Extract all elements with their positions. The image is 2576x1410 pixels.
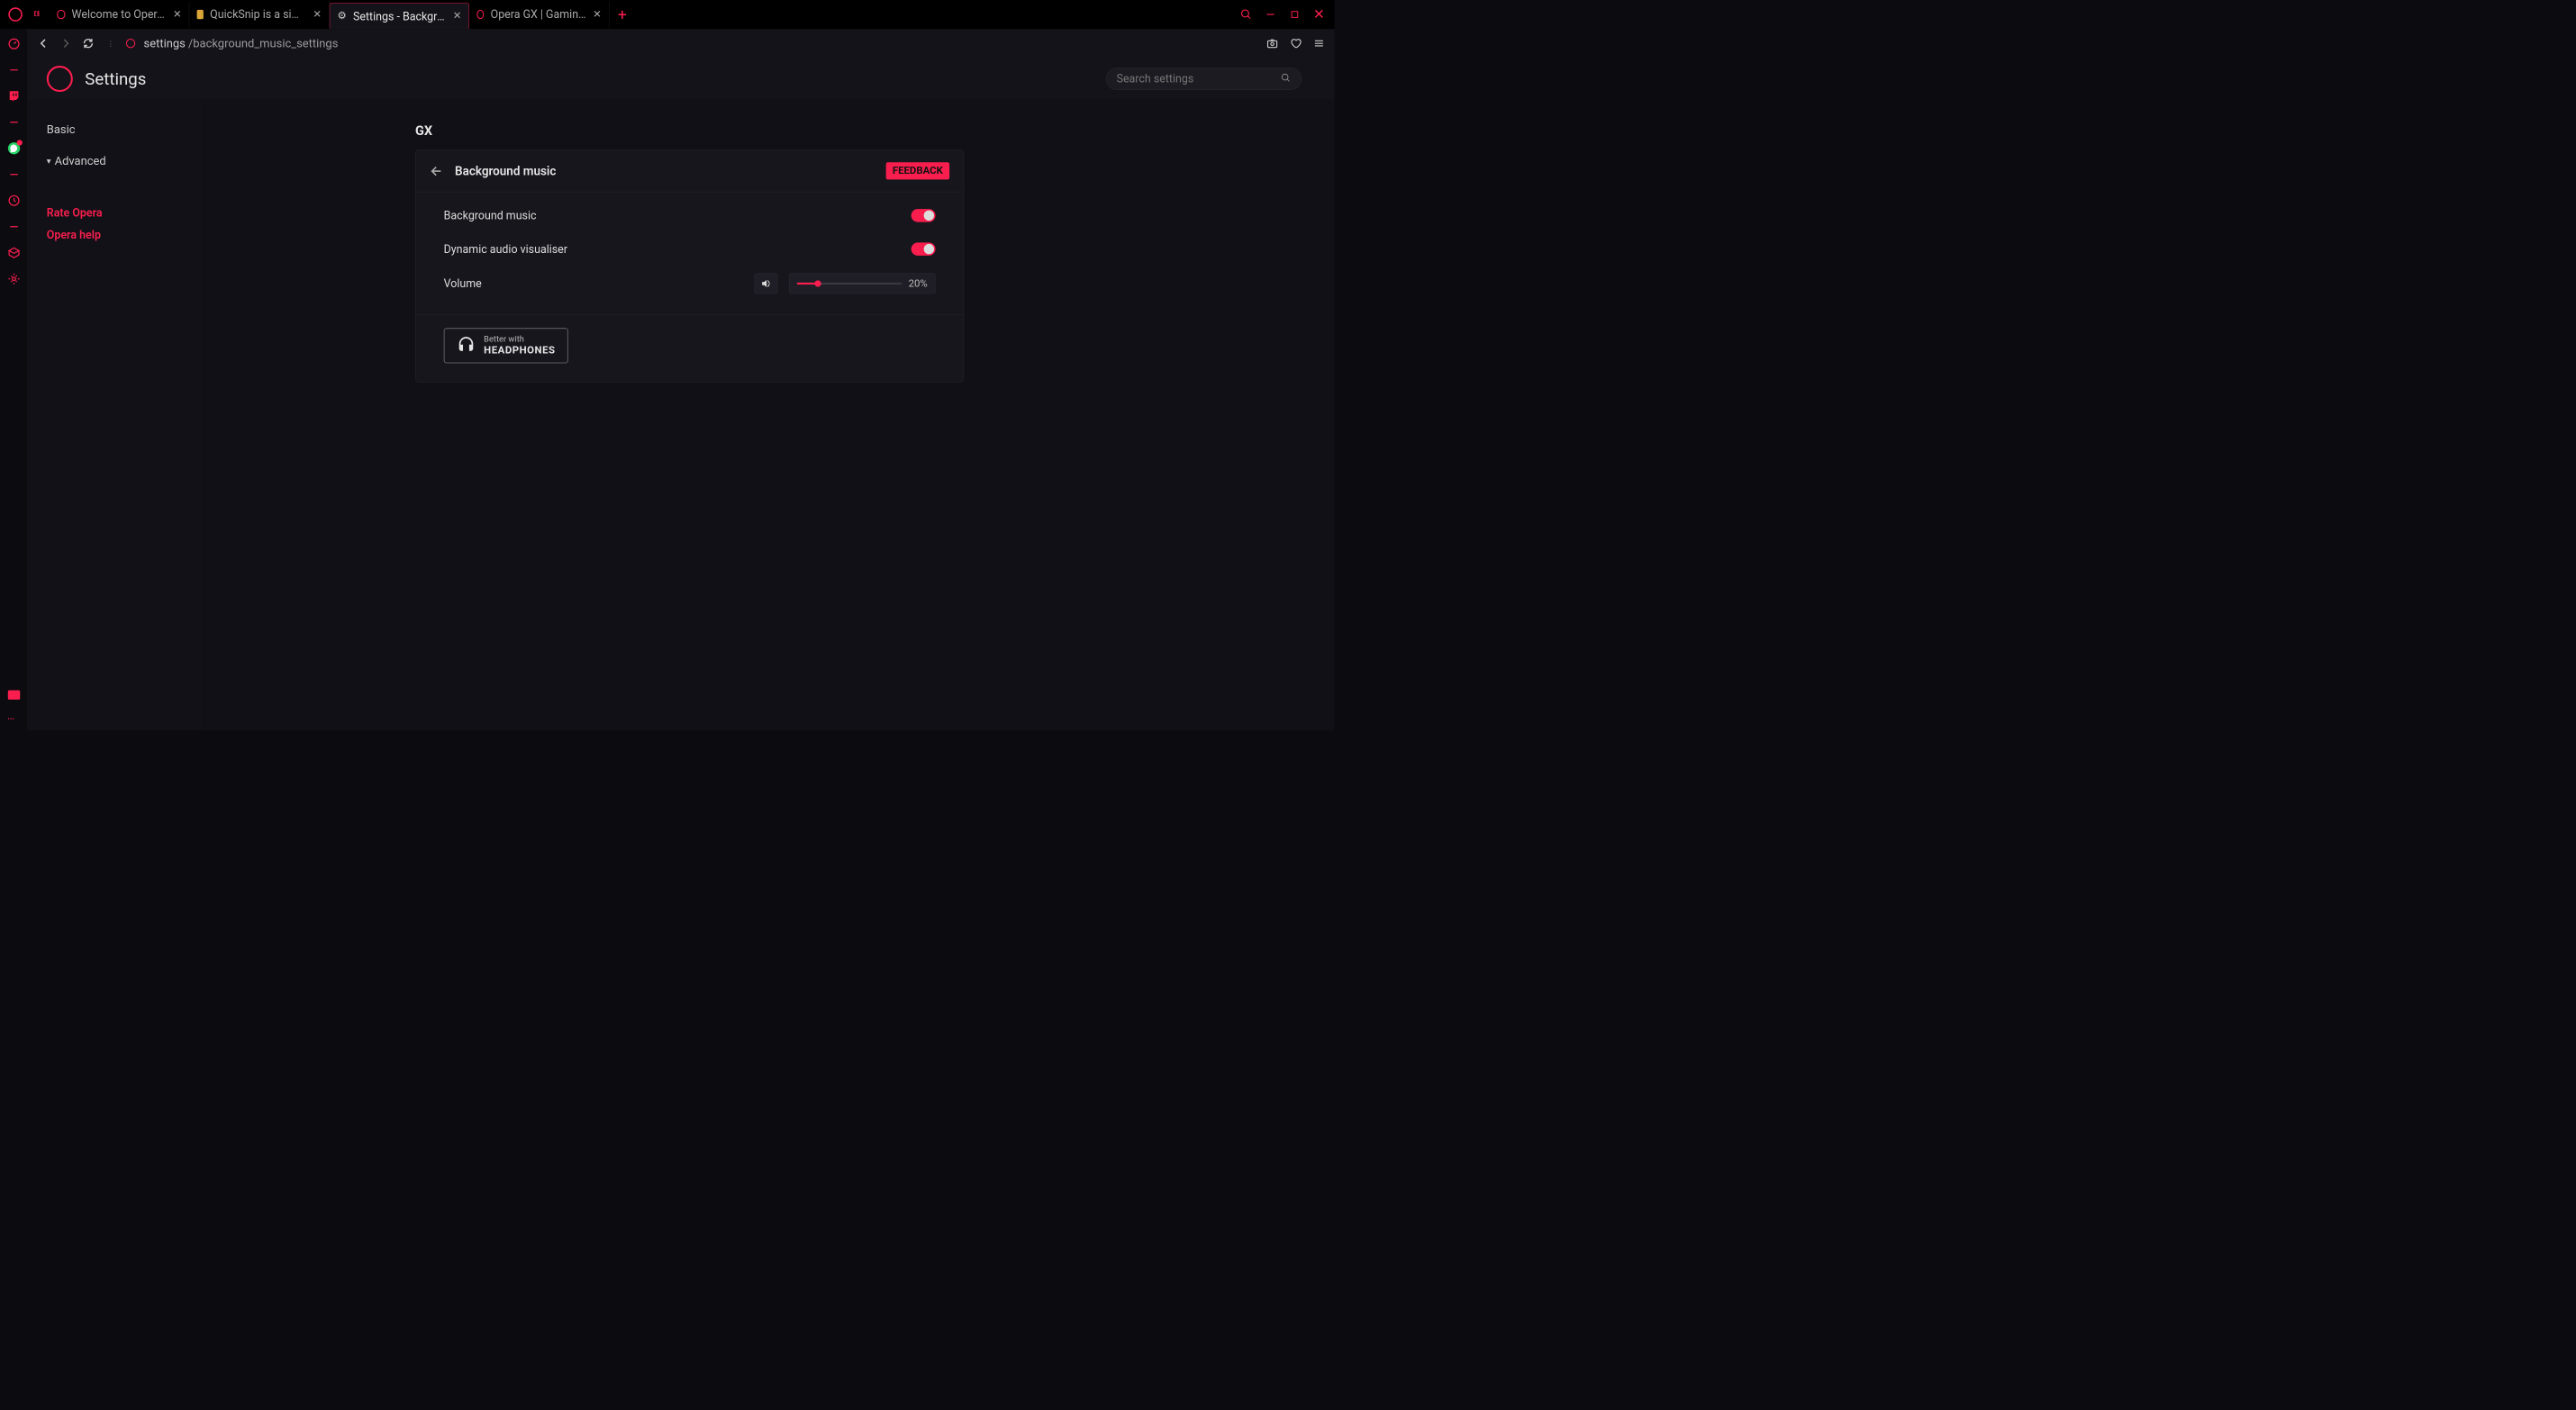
reload-button[interactable] (81, 36, 95, 50)
opera-favicon-icon (476, 10, 484, 19)
window-titlebar: Welcome to Opera GX! ✕ QuickSnip is a si… (0, 0, 1334, 29)
mute-button[interactable] (755, 274, 778, 294)
row-dynamic-visualiser: Dynamic audio visualiser (430, 232, 949, 266)
settings-search[interactable] (1106, 68, 1302, 90)
back-arrow-icon[interactable] (430, 164, 444, 178)
headphones-big-text: HEADPHONES (484, 345, 555, 357)
url-host: settings (144, 37, 186, 50)
site-identity-icon[interactable] (126, 39, 135, 48)
volume-value: 20% (909, 277, 928, 289)
dash-icon[interactable] (7, 115, 21, 129)
url-display[interactable]: settings/background_music_settings (144, 37, 339, 50)
row-background-music: Background music (430, 199, 949, 232)
forward-button[interactable] (59, 36, 73, 50)
quicksnip-favicon-icon (197, 10, 204, 19)
tab-strip: Welcome to Opera GX! ✕ QuickSnip is a si… (50, 0, 635, 29)
tab-title: Opera GX | Gaming Browse (491, 8, 586, 22)
settings-sidebar: Basic ▾ Advanced Rate Opera Opera help (28, 100, 201, 730)
sidebar-item-advanced[interactable]: ▾ Advanced (28, 149, 200, 173)
tab-quicksnip[interactable]: QuickSnip is a simple scree ✕ (189, 2, 329, 28)
dash-icon[interactable] (7, 220, 21, 233)
heart-icon[interactable] (1289, 36, 1303, 50)
snapshot-icon[interactable] (1265, 36, 1280, 50)
tab-opera-gx-site[interactable]: Opera GX | Gaming Browse ✕ (469, 2, 609, 28)
more-icon[interactable]: … (7, 709, 21, 722)
page-title: Settings (85, 69, 146, 89)
close-icon[interactable]: ✕ (453, 10, 462, 22)
headphones-icon (457, 335, 476, 356)
easy-setup-icon[interactable] (1312, 36, 1327, 50)
close-icon[interactable]: ✕ (593, 9, 602, 21)
speaker-icon (760, 277, 772, 289)
chevron-down-icon: ▾ (47, 157, 51, 167)
tab-welcome[interactable]: Welcome to Opera GX! ✕ (50, 2, 189, 28)
settings-gear-icon[interactable] (7, 273, 21, 286)
headphones-small-text: Better with (484, 334, 555, 344)
tab-title: Settings - Background mus (353, 10, 447, 23)
settings-header: Settings (28, 58, 1334, 100)
close-icon[interactable]: ✕ (173, 9, 182, 21)
speed-dial-icon[interactable] (7, 37, 21, 50)
settings-content: GX Background music FEEDBACK Background … (201, 100, 1335, 730)
sidebar-link-opera-help[interactable]: Opera help (28, 224, 200, 247)
opera-logo-icon[interactable] (8, 7, 23, 22)
search-tabs-icon[interactable] (1239, 7, 1254, 22)
settings-search-input[interactable] (1117, 72, 1281, 86)
row-label: Dynamic audio visualiser (444, 242, 567, 256)
section-heading: GX (415, 123, 1334, 139)
row-volume: Volume 20% (430, 266, 949, 305)
left-sidebar-rail: … (0, 29, 28, 730)
row-label: Volume (444, 277, 482, 291)
whatsapp-icon[interactable] (7, 141, 21, 155)
twitch-icon[interactable] (7, 89, 21, 103)
minimize-button[interactable] (1264, 7, 1278, 22)
extensions-icon[interactable] (7, 247, 21, 260)
feedback-button[interactable]: FEEDBACK (886, 162, 950, 179)
gx-badge-icon[interactable] (31, 7, 42, 22)
search-icon (1281, 73, 1291, 85)
dash-icon[interactable] (7, 63, 21, 77)
maximize-button[interactable] (1288, 7, 1302, 22)
sidebar-link-rate-opera[interactable]: Rate Opera (28, 202, 200, 224)
tab-title: Welcome to Opera GX! (72, 8, 167, 22)
background-music-card: Background music FEEDBACK Background mus… (415, 149, 964, 382)
player-icon[interactable] (8, 691, 20, 700)
address-bar: ⋮ settings/background_music_settings (28, 29, 1334, 58)
history-icon[interactable] (7, 194, 21, 207)
close-icon[interactable]: ✕ (313, 9, 322, 21)
opera-favicon-icon (57, 10, 65, 19)
sidebar-item-label: Advanced (55, 154, 106, 167)
dash-icon[interactable] (7, 167, 21, 181)
opera-logo-large-icon (47, 66, 73, 92)
toggle-background-music[interactable] (912, 209, 936, 222)
url-path: /background_music_settings (188, 37, 338, 50)
volume-slider[interactable]: 20% (789, 274, 936, 294)
slider-track[interactable] (797, 283, 903, 285)
sidebar-item-basic[interactable]: Basic (28, 118, 200, 142)
gear-icon: ⚙ (338, 10, 347, 22)
headphones-banner: Better with HEADPHONES (444, 328, 568, 363)
url-menu-icon[interactable]: ⋮ (104, 36, 118, 50)
card-title: Background music (455, 164, 556, 178)
row-label: Background music (444, 209, 537, 222)
new-tab-button[interactable]: + (610, 5, 636, 24)
toggle-dynamic-visualiser[interactable] (912, 242, 936, 256)
slider-thumb[interactable] (814, 280, 821, 286)
tab-settings[interactable]: ⚙ Settings - Background mus ✕ (330, 3, 469, 29)
back-button[interactable] (36, 36, 50, 50)
tab-title: QuickSnip is a simple scree (210, 8, 306, 22)
close-window-button[interactable]: ✕ (1312, 7, 1327, 22)
